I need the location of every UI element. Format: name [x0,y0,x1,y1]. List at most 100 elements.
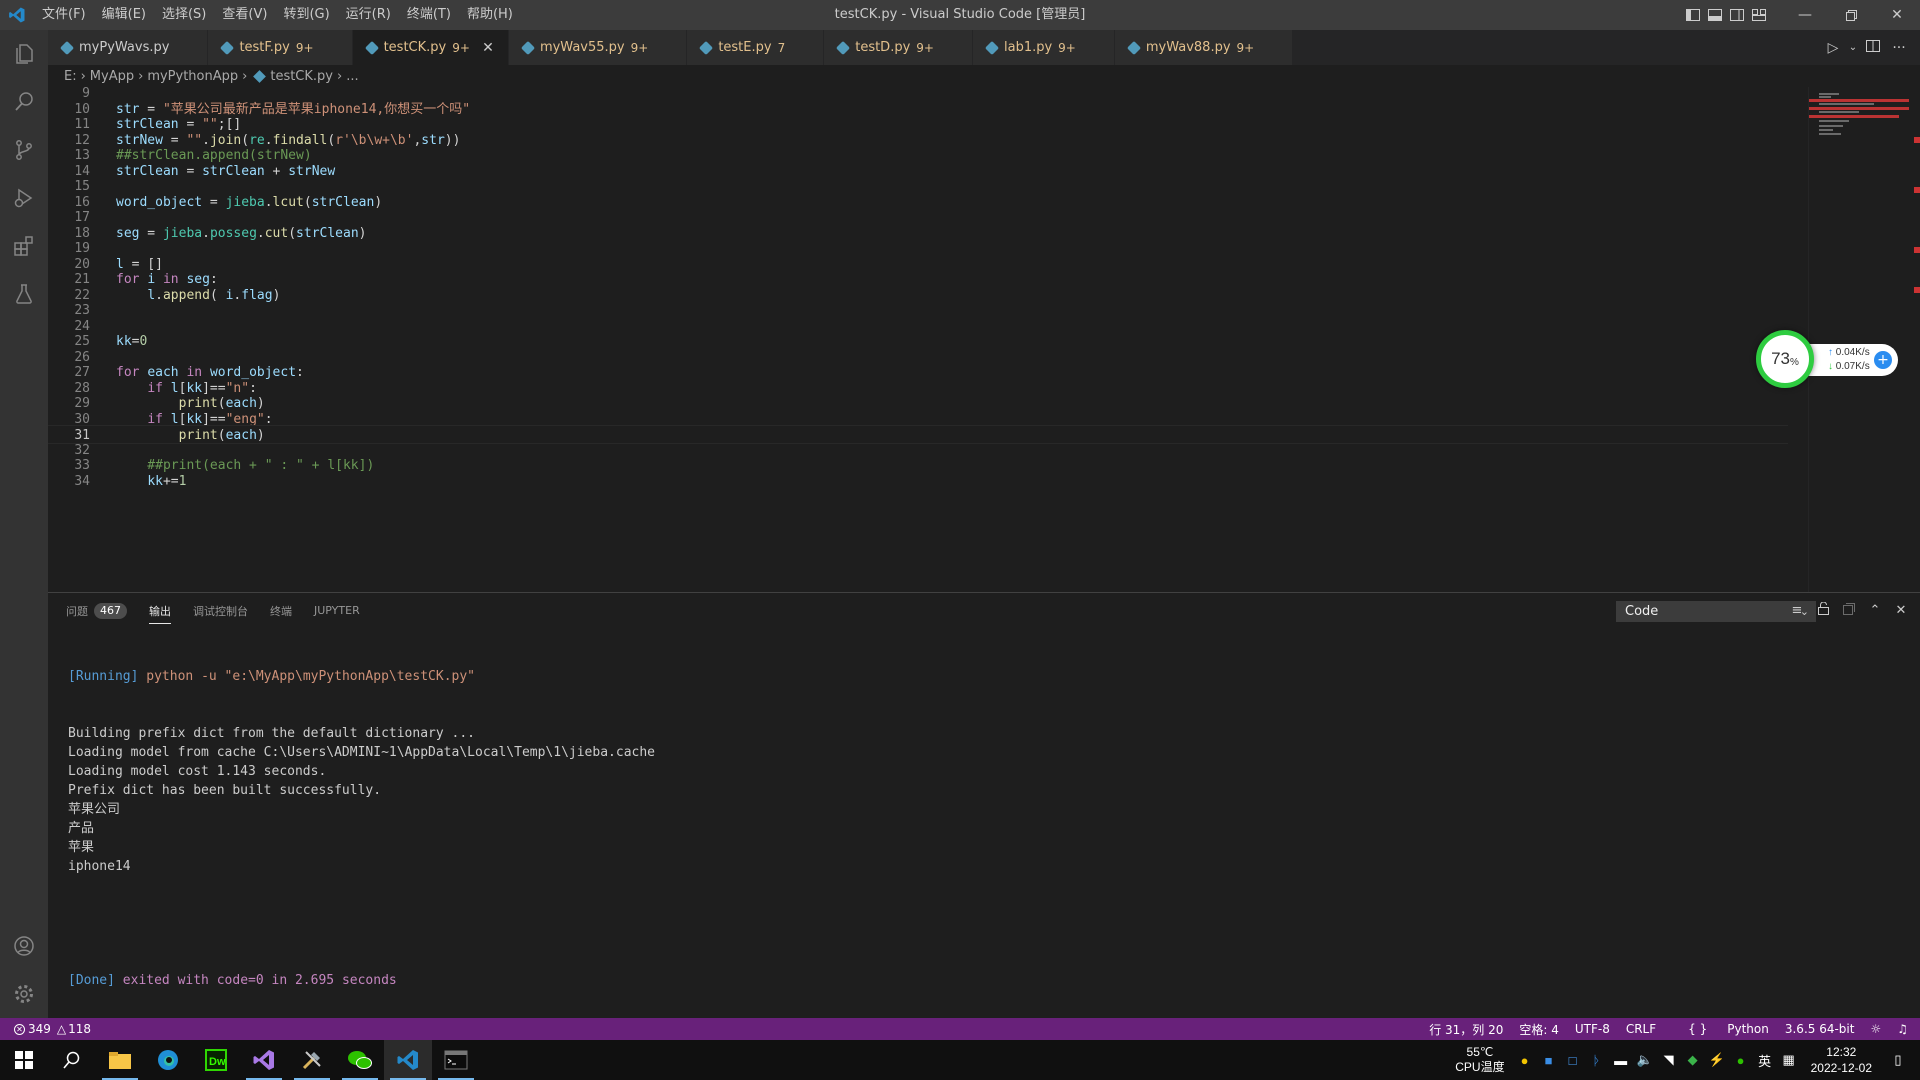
python-interpreter[interactable]: 3.6.5 64-bit [1785,1022,1855,1036]
editor-tab-7[interactable]: myWav88.py 9+ [1114,30,1294,65]
menu-item-2[interactable]: 选择(S) [154,0,214,30]
cpu-temperature[interactable]: 55℃ CPU温度 [1455,1045,1504,1075]
panel-tab-2[interactable]: 调试控制台 [193,593,248,628]
lock-scroll-icon[interactable] [1810,601,1836,619]
tab-problem-badge: 7 [777,40,786,55]
terminal-icon[interactable] [432,1040,480,1080]
extensions-icon[interactable] [0,222,48,270]
minimize-icon[interactable]: — [1782,0,1828,30]
close-panel-icon[interactable]: ✕ [1888,603,1914,618]
output-log[interactable]: [Running] python -u "e:\MyApp\myPythonAp… [68,629,655,1028]
editor-tab-6[interactable]: lab1.py 9+ [972,30,1115,65]
editor-tab-3[interactable]: myWav55.py 9+ [508,30,688,65]
panel-tab-0[interactable]: 问题 467 [66,593,127,628]
menu-item-7[interactable]: 帮助(H) [459,0,521,30]
line-ending[interactable]: CRLF [1626,1022,1656,1036]
breadcrumb-folder-mypythonapp[interactable]: myPythonApp [147,69,238,84]
manage-gear-icon[interactable] [0,970,48,1018]
taskbar-search-icon[interactable] [48,1040,96,1080]
vscode-logo-icon[interactable] [0,0,34,30]
editor-tab-5[interactable]: testD.py 9+ [824,30,973,65]
editor-actions: ▷ ⌄ ··· [1820,30,1920,65]
editor-tab-4[interactable]: testE.py 7 [687,30,825,65]
indentation[interactable]: 空格: 4 [1519,1021,1559,1038]
notification-center-icon[interactable]: ▯ [1886,1052,1910,1068]
clock[interactable]: 12:32 2022-12-02 [1811,1044,1872,1076]
open-log-icon[interactable] [1836,602,1862,619]
windows-start-icon[interactable] [0,1040,48,1080]
problems-status[interactable]: ✕ 349 △ 118 [14,1018,91,1040]
maximize-panel-chevron-up-icon[interactable]: ⌃ [1862,603,1888,618]
tray-yellow-app-icon[interactable]: ● [1513,1053,1537,1068]
clear-output-icon[interactable]: ≡ [1784,603,1810,618]
output-line: iphone14 [68,859,131,874]
network-wifi-icon[interactable]: ◥ [1657,1052,1681,1068]
split-editor-icon[interactable] [1860,39,1886,56]
boost-plus-icon[interactable]: + [1874,351,1892,369]
title-bar: 文件(F) 编辑(E) 选择(S) 查看(V) 转到(G) 运行(R) 终端(T) 帮助(H)… [0,0,1920,30]
menu-item-0[interactable]: 文件(F) [34,0,94,30]
source-control-icon[interactable] [0,126,48,174]
close-tab-icon[interactable]: ✕ [480,40,496,56]
tray-twitter-icon[interactable]: □ [1561,1053,1585,1068]
testing-flask-icon[interactable] [0,270,48,318]
panel-tab-4[interactable]: JUPYTER [314,593,360,628]
cursor-position[interactable]: 行 31，列 20 [1429,1021,1503,1038]
ime-grid-icon[interactable]: ▦ [1777,1052,1801,1068]
restore-icon[interactable] [1828,0,1874,30]
run-file-icon[interactable]: ▷ [1820,40,1846,56]
cpu-temp-label: CPU温度 [1455,1060,1505,1074]
editor-tab-2[interactable]: testCK.py 9+ ✕ [352,30,509,65]
panel-tab-3[interactable]: 终端 [270,593,292,628]
breadcrumb-drive[interactable]: E: [64,69,77,84]
tray-wechat-icon[interactable]: ● [1729,1053,1753,1068]
menu-item-5[interactable]: 运行(R) [338,0,399,30]
toggle-sidebar-icon[interactable] [1682,0,1704,30]
code-line[interactable]: 34 kk+=1 [48,472,1788,491]
explorer-icon[interactable] [0,30,48,78]
panel-tab-1[interactable]: 输出 [149,593,171,628]
visual-studio-icon[interactable] [240,1040,288,1080]
breadcrumb-folder-myapp[interactable]: MyApp [90,69,134,84]
python-file-icon [1126,40,1141,55]
feedback-icon[interactable]: ☼ [1870,1022,1881,1036]
battery-icon[interactable]: ▬ [1609,1053,1633,1068]
code-editor[interactable]: 9 10 str = "苹果公司最新产品是苹果iphone14,你想买一个吗" 11 s… [48,87,1920,592]
editor-tab-1[interactable]: testF.py 9+ [208,30,353,65]
account-icon[interactable] [0,922,48,970]
menu-item-3[interactable]: 查看(V) [214,0,275,30]
tray-blue-app-icon[interactable]: ■ [1537,1053,1561,1068]
toggle-secondary-sidebar-icon[interactable] [1726,0,1748,30]
toggle-panel-icon[interactable] [1704,0,1726,30]
search-icon[interactable] [0,78,48,126]
breadcrumb-file[interactable]: testCK.py [270,69,333,84]
file-encoding[interactable]: UTF-8 [1575,1022,1610,1036]
tab-label: testD.py [855,40,911,55]
network-monitor-widget[interactable]: ↑ 0.04K/s ↓ 0.07K/s + 73% [1756,330,1902,388]
language-mode[interactable]: { } Python [1672,1022,1769,1036]
dreamweaver-icon[interactable]: Dw [192,1040,240,1080]
breadcrumb-symbol[interactable]: ... [346,69,358,84]
run-dropdown-chevron-icon[interactable]: ⌄ [1846,42,1860,53]
security-shield-icon[interactable]: ◆ [1681,1052,1705,1068]
power-lightning-icon[interactable]: ⚡ [1705,1052,1729,1068]
memory-usage-circle[interactable]: 73% [1756,330,1814,388]
notifications-bell-icon[interactable]: ♫ [1897,1022,1908,1036]
editor-tabs: myPyWavs.py testF.py 9+ testCK.py 9+ ✕ myWav55… [48,30,1920,65]
wechat-icon[interactable] [336,1040,384,1080]
more-actions-icon[interactable]: ··· [1886,40,1912,56]
editor-tab-0[interactable]: myPyWavs.py [48,30,209,65]
menu-item-6[interactable]: 终端(T) [399,0,459,30]
run-debug-icon[interactable] [0,174,48,222]
customize-layout-icon[interactable] [1748,0,1770,30]
tools-icon[interactable] [288,1040,336,1080]
edge-browser-icon[interactable] [144,1040,192,1080]
ime-language[interactable]: 英 [1753,1051,1777,1070]
menu-item-1[interactable]: 编辑(E) [94,0,154,30]
menu-item-4[interactable]: 转到(G) [275,0,337,30]
close-window-icon[interactable]: ✕ [1874,0,1920,30]
vscode-taskbar-icon[interactable] [384,1040,432,1080]
file-explorer-icon[interactable] [96,1040,144,1080]
bluetooth-icon[interactable]: ᚦ [1585,1053,1609,1068]
volume-icon[interactable]: 🔈 [1633,1052,1657,1068]
